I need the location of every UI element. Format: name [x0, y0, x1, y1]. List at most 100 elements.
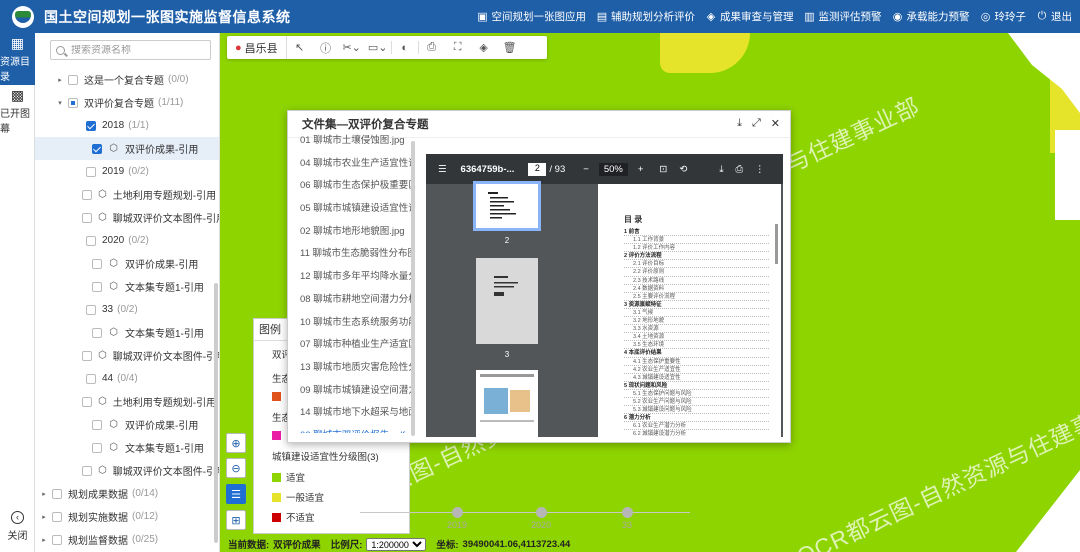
tree-checkbox[interactable] — [82, 465, 92, 476]
nav-item[interactable]: ◈ 成果审查与管理 — [705, 9, 794, 24]
timeline-dot[interactable] — [452, 507, 463, 518]
caret-down-icon[interactable]: ▾ — [55, 99, 65, 107]
tree-checkbox[interactable] — [92, 143, 102, 154]
nav-item[interactable]: ▣ 空间规划一张图应用 — [477, 9, 586, 24]
timeline-dot[interactable] — [536, 507, 547, 518]
file-list-item[interactable]: 14 聊城市地下水超采与地面沉降.jpg — [288, 402, 413, 425]
tree-checkbox[interactable] — [86, 166, 96, 177]
caret-right-icon[interactable]: ▸ — [39, 490, 49, 498]
tree-checkbox[interactable] — [68, 97, 78, 108]
file-list-item[interactable]: 10 聊城市生态系统服务功能重要性.jpg — [288, 312, 413, 335]
file-list-item[interactable]: 01 聊城市土壤侵蚀图.jpg — [288, 130, 413, 153]
file-list-item[interactable]: 05 聊城市城镇建设适宜性评价图.jpg — [288, 198, 413, 221]
tree-checkbox[interactable] — [52, 511, 62, 522]
tree-checkbox[interactable] — [86, 373, 96, 384]
timeline-dot[interactable] — [622, 507, 633, 518]
print-icon[interactable]: ⎙ — [422, 41, 442, 54]
zoom-out-button[interactable]: ⊖ — [226, 458, 246, 478]
more-icon[interactable]: ⋮ — [755, 164, 765, 175]
nav-item[interactable]: ▥ 监测评估预警 — [804, 9, 881, 24]
tree-row[interactable]: ▸ 规划成果数据 (0/14) — [35, 482, 219, 505]
file-list-item[interactable]: 02 聊城市地形地貌图.jpg — [288, 221, 413, 244]
resource-catalog-tab[interactable]: ▦ 资源目录 — [0, 33, 35, 85]
tree-checkbox[interactable] — [92, 327, 102, 338]
tree-row[interactable]: ▸ 规划实施数据 (0/12) — [35, 505, 219, 528]
file-list-item[interactable]: 00 聊城市双评价报告.pdf — [288, 425, 413, 433]
file-list-item[interactable]: 09 聊城市城镇建设空间潜力分析图.jpg — [288, 380, 413, 403]
pointer-icon[interactable]: ↖ — [290, 41, 310, 54]
tree-row[interactable]: 2018 (1/1) — [35, 114, 219, 137]
tree-row[interactable]: ⬡ 双评价成果-引用 — [35, 137, 219, 160]
split-icon[interactable]: ▭⌄ — [368, 41, 388, 54]
page-thumbnail[interactable] — [476, 258, 538, 344]
delete-icon[interactable]: 🗑 — [500, 41, 520, 54]
opened-layers-tab[interactable]: ▩ 已开图幕 — [0, 85, 35, 137]
tree-checkbox[interactable] — [52, 488, 62, 499]
info-icon[interactable]: ⓘ — [316, 40, 336, 56]
fit-page-icon[interactable]: ⊡ — [659, 164, 667, 175]
file-list-item[interactable]: 04 聊城市农业生产适宜性评价图.jpg — [288, 153, 413, 176]
tree-row[interactable]: ⬡ 文本集专题1-引用 — [35, 275, 219, 298]
tree-checkbox[interactable] — [92, 281, 102, 292]
tree-row[interactable]: ⬡ 文本集专题1-引用 — [35, 321, 219, 344]
file-list-item[interactable]: 13 聊城市地质灾害危险性分级图.jpg — [288, 357, 413, 380]
scale-select[interactable]: 1:200000 — [366, 537, 427, 551]
measure-icon[interactable]: ✂⌄ — [342, 41, 362, 54]
caret-right-icon[interactable]: ▸ — [55, 76, 65, 84]
tree-scrollbar[interactable] — [214, 283, 218, 543]
legend-toggle-button[interactable]: ☰ — [226, 484, 246, 504]
tree-checkbox[interactable] — [86, 304, 96, 315]
pdf-scrollbar[interactable] — [775, 224, 778, 264]
nav-item[interactable]: ⏻ 退出 — [1036, 9, 1072, 24]
download-pdf-icon[interactable]: ⤓ — [719, 164, 723, 175]
file-list-item[interactable]: 07 聊城市种植业生产适宜区分布图.jpg — [288, 334, 413, 357]
tree-checkbox[interactable] — [86, 235, 96, 246]
nav-item[interactable]: ◎ 玲玲子 — [980, 9, 1026, 24]
file-list-item[interactable]: 12 聊城市多年平均降水量分布图.jpg — [288, 266, 413, 289]
search-input[interactable] — [70, 44, 210, 56]
tree-checkbox[interactable] — [52, 534, 62, 545]
tree-row[interactable]: ⬡ 聊城双评价文本图件-引用 — [35, 459, 219, 482]
zoom-in-pdf-icon[interactable]: + — [638, 164, 644, 175]
compare-icon[interactable]: ◐ — [395, 42, 415, 54]
nav-item[interactable]: ◉ 承载能力预警 — [892, 9, 970, 24]
location-selector[interactable]: ● 昌乐县 — [227, 36, 287, 59]
page-number-input[interactable]: 2 — [528, 162, 547, 176]
grid-toggle-button[interactable]: ⊞ — [226, 510, 246, 530]
tree-row[interactable]: ⬡ 聊城双评价文本图件-引用 — [35, 206, 219, 229]
tree-checkbox[interactable] — [68, 74, 78, 85]
caret-right-icon[interactable]: ▸ — [39, 536, 49, 544]
page-thumbnail[interactable] — [473, 181, 541, 231]
tree-row[interactable]: ⬡ 土地利用专题规划-引用 — [35, 183, 219, 206]
tree-row[interactable]: ⬡ 双评价成果-引用 — [35, 413, 219, 436]
tree-row[interactable]: 2019 (0/2) — [35, 160, 219, 183]
tree-checkbox[interactable] — [82, 189, 92, 200]
tree-checkbox[interactable] — [86, 120, 96, 131]
tree-row[interactable]: ▾ 双评价复合专题 (1/11) — [35, 91, 219, 114]
file-list-item[interactable]: 11 聊城市生态脆弱性分布图.jpg — [288, 243, 413, 266]
rotate-icon[interactable]: ⟲ — [679, 164, 687, 175]
file-list-item[interactable]: 06 聊城市生态保护极重要区内各类用地.jpg — [288, 175, 413, 198]
page-thumbnail[interactable] — [476, 370, 538, 437]
zoom-out-pdf-icon[interactable]: − — [583, 164, 589, 175]
tree-row[interactable]: ▸ 这是一个复合专题 (0/0) — [35, 68, 219, 91]
caret-right-icon[interactable]: ▸ — [39, 513, 49, 521]
zoom-in-button[interactable]: ⊕ — [226, 433, 246, 453]
tree-checkbox[interactable] — [82, 350, 92, 361]
fullscreen-icon[interactable]: ⛶ — [448, 41, 468, 54]
zoom-level[interactable]: 50% — [598, 162, 628, 176]
tree-row[interactable]: ⬡ 土地利用专题规划-引用 — [35, 390, 219, 413]
tree-row[interactable]: ⬡ 聊城双评价文本图件-引用 — [35, 344, 219, 367]
tree-checkbox[interactable] — [92, 442, 102, 453]
nav-item[interactable]: ▤ 辅助规划分析评价 — [596, 9, 695, 24]
download-icon[interactable]: ⤓ — [737, 117, 742, 130]
file-list-scrollbar[interactable] — [411, 141, 415, 436]
print-pdf-icon[interactable]: ⎙ — [736, 164, 744, 175]
tree-checkbox[interactable] — [92, 258, 102, 269]
tree-row[interactable]: ▸ 规划监督数据 (0/25) — [35, 528, 219, 551]
maximize-icon[interactable]: ⤢ — [752, 117, 761, 130]
menu-icon[interactable]: ☰ — [438, 164, 447, 175]
close-icon[interactable]: ✕ — [771, 117, 780, 130]
tree-row[interactable]: ⬡ 文本集专题1-引用 — [35, 436, 219, 459]
tree-checkbox[interactable] — [82, 396, 92, 407]
